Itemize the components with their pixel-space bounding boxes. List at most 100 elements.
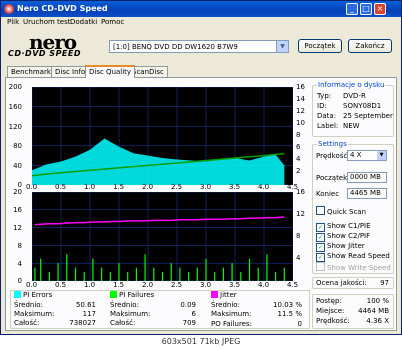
menu-plik[interactable]: Plik xyxy=(7,18,19,26)
end-field[interactable]: 4465 MB xyxy=(347,188,387,199)
pi-errors-title-text: PI Errors xyxy=(23,291,53,299)
check-icon[interactable]: ✓ xyxy=(316,223,325,232)
start-field[interactable]: 0000 MB xyxy=(347,172,387,183)
menu-uruchom-test[interactable]: Uruchom test xyxy=(23,18,71,26)
chart-background xyxy=(32,192,293,281)
pi-failure-bar xyxy=(40,258,42,281)
disc-date-value: 25 September xyxy=(343,112,393,120)
pi-failure-bar xyxy=(144,254,146,281)
top-right-tick: 8 xyxy=(296,131,301,139)
bottom-right-tick: 12 xyxy=(296,210,305,218)
bottom-y-tick: 4 xyxy=(17,260,22,268)
title-bar[interactable]: Nero CD-DVD Speed _ □ × xyxy=(1,1,401,17)
close-button[interactable]: × xyxy=(374,3,386,15)
quality-value: 97 xyxy=(380,279,389,287)
tab-disc-info[interactable]: Disc Info xyxy=(51,66,90,77)
pie-total-label: Całość: xyxy=(14,319,40,327)
x-tick-label: 1.0 xyxy=(84,281,96,289)
jitter-swatch xyxy=(211,291,218,298)
pi-failure-bar xyxy=(248,258,251,281)
check-icon[interactable]: ✓ xyxy=(316,253,325,262)
show-c2-label: Show C2/PIF xyxy=(327,232,371,240)
po-failures-value: 0 xyxy=(297,320,302,328)
x-tick-label: 2.0 xyxy=(142,281,154,289)
pif-total-label: Całość: xyxy=(110,319,136,327)
pie-avg-value: 50.61 xyxy=(75,301,96,309)
end-button[interactable]: Zakończ xyxy=(348,39,392,53)
checkbox-box[interactable] xyxy=(316,262,325,271)
pi-failure-bar xyxy=(231,263,233,281)
show-c1-checkbox[interactable]: ✓ Show C1/PIE xyxy=(316,222,371,232)
menu-pomoc[interactable]: Pomoc xyxy=(101,18,124,26)
tab-disc-quality[interactable]: Disc Quality xyxy=(85,65,136,78)
bottom-right-tick: 16 xyxy=(296,188,305,196)
disc-type-label: Typ: xyxy=(317,92,332,100)
menu-dodatki[interactable]: Dodatki xyxy=(70,18,97,26)
disc-label-value: NEW xyxy=(343,122,360,130)
x-tick-label: 0.0 xyxy=(26,183,38,191)
top-right-tick: 6 xyxy=(296,143,301,151)
bottom-y-tick: 20 xyxy=(13,188,22,196)
pi-failure-bar xyxy=(188,272,190,281)
pi-failure-bar xyxy=(92,258,94,281)
disc-info-group: Informacje o dysku Typ: DVD-R ID: SONY08… xyxy=(312,81,394,137)
pi-errors-swatch xyxy=(14,291,21,298)
bottom-right-tick: 4 xyxy=(296,254,301,262)
top-y-tick: 160 xyxy=(8,103,22,111)
disc-label-label: Label: xyxy=(317,122,339,130)
quality-group: Ocena jakości: 97 xyxy=(312,277,394,289)
end-label: Koniec xyxy=(316,190,340,198)
quick-scan-label: Quick Scan xyxy=(327,208,367,216)
x-tick-label: 0.0 xyxy=(26,281,38,289)
jitter-max-value: 11.5 % xyxy=(277,310,302,318)
top-right-tick: 2 xyxy=(296,167,301,175)
maximize-button[interactable]: □ xyxy=(360,3,372,15)
check-icon[interactable]: ✓ xyxy=(316,233,325,242)
show-jitter-checkbox[interactable]: ✓ Show Jitter xyxy=(316,242,365,252)
pif-avg-label: Średnio: xyxy=(110,301,139,309)
quality-label: Ocena jakości: xyxy=(316,279,367,287)
x-tick-label: 0.5 xyxy=(55,183,67,191)
pi-failures-chart xyxy=(32,192,293,281)
x-tick-label: 3.0 xyxy=(200,183,212,191)
pif-max-value: 6 xyxy=(191,310,196,318)
pi-failures-swatch xyxy=(110,291,117,298)
speed-select[interactable]: 4 X ▼ xyxy=(347,150,387,161)
chevron-down-icon[interactable]: ▼ xyxy=(377,151,386,160)
checkbox-box[interactable] xyxy=(316,206,325,215)
main-window: Nero CD-DVD Speed _ □ × Plik Uruchom tes… xyxy=(0,0,402,335)
minimize-button[interactable]: _ xyxy=(346,3,358,15)
x-tick-label: 1.5 xyxy=(113,281,125,289)
show-c2-checkbox[interactable]: ✓ Show C2/PIF xyxy=(316,232,370,242)
pi-failure-bar xyxy=(205,258,207,281)
position-label: Miejsce: xyxy=(316,307,345,315)
progress-label: Postęp: xyxy=(316,297,342,305)
pie-max-label: Maksimum: xyxy=(14,310,55,318)
drive-select[interactable]: [1:0] BENQ DVD DD DW1620 B7W9 ▼ xyxy=(109,40,289,53)
x-tick-label: 3.5 xyxy=(229,281,241,289)
nero-logo: nero CD·DVD SPEED xyxy=(7,30,102,61)
pif-total-value: 709 xyxy=(182,319,196,327)
pi-failure-bar xyxy=(153,267,155,281)
x-tick-label: 3.0 xyxy=(200,281,212,289)
show-jitter-label: Show Jitter xyxy=(327,242,365,250)
show-write-speed-checkbox[interactable]: Show Write Speed xyxy=(316,262,391,272)
pi-errors-title: PI Errors xyxy=(14,291,52,299)
chevron-down-icon[interactable]: ▼ xyxy=(276,41,288,52)
x-tick-label: 3.5 xyxy=(229,183,241,191)
start-button[interactable]: Początek xyxy=(298,39,342,53)
check-icon[interactable]: ✓ xyxy=(316,243,325,252)
show-read-speed-checkbox[interactable]: ✓ Show Read Speed xyxy=(316,252,390,262)
disc-id-value: SONY08D1 xyxy=(343,102,382,110)
disc-date-label: Data: xyxy=(317,112,337,120)
top-y-tick: 40 xyxy=(13,162,22,170)
pi-failure-bar xyxy=(179,267,181,281)
bottom-y-tick: 12 xyxy=(13,224,22,232)
pi-failure-bar xyxy=(101,267,103,281)
show-write-speed-label: Show Write Speed xyxy=(327,264,391,272)
pi-failure-bar xyxy=(66,254,68,281)
speed-select-value: 4 X xyxy=(350,151,362,159)
tab-benchmark[interactable]: Benchmark xyxy=(7,66,55,77)
quick-scan-checkbox[interactable]: Quick Scan xyxy=(316,206,366,216)
pi-failure-bar xyxy=(48,272,50,281)
